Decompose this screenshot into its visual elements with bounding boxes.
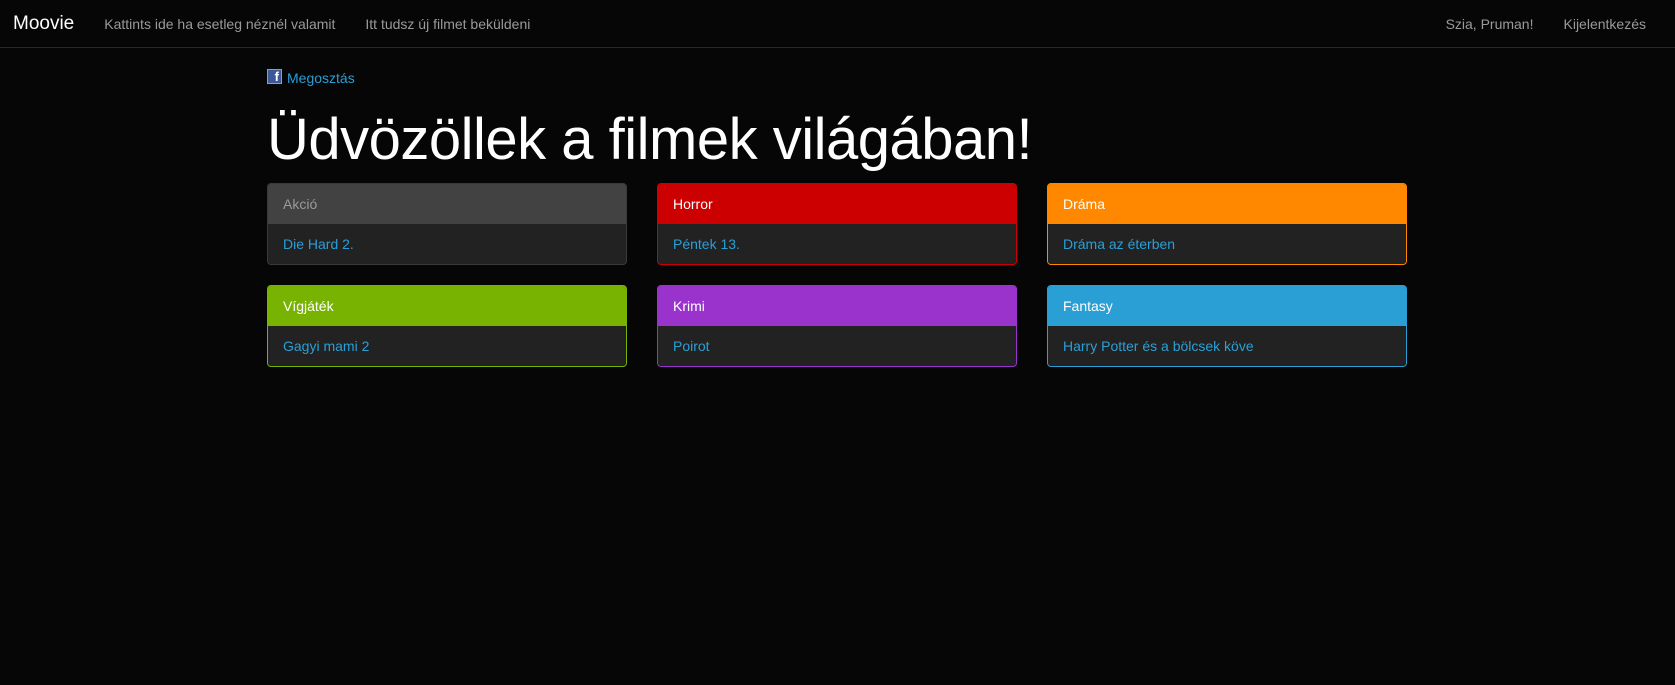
share-link[interactable]: Megosztás (287, 70, 355, 86)
category-panel-horror: Horror Péntek 13. (657, 183, 1017, 265)
category-title: Akció (268, 184, 626, 224)
category-body: Poirot (658, 326, 1016, 366)
category-title: Fantasy (1048, 286, 1406, 326)
top-navbar: Moovie Kattints ide ha esetleg néznél va… (0, 0, 1675, 48)
category-title: Krimi (658, 286, 1016, 326)
movie-link[interactable]: Poirot (673, 338, 710, 354)
category-panel-action: Akció Die Hard 2. (267, 183, 627, 265)
nav-right: Szia, Pruman! Kijelentkezés (1416, 16, 1662, 32)
brand-logo[interactable]: Moovie (13, 13, 74, 35)
facebook-icon[interactable]: f (267, 69, 282, 84)
category-panel-crime: Krimi Poirot (657, 285, 1017, 367)
movie-link[interactable]: Gagyi mami 2 (283, 338, 369, 354)
movie-link[interactable]: Harry Potter és a bölcsek köve (1063, 338, 1254, 354)
share-bar: f Megosztás (267, 66, 1408, 86)
user-greeting[interactable]: Szia, Pruman! (1446, 16, 1534, 32)
main-container: f Megosztás Üdvözöllek a filmek világába… (267, 66, 1408, 367)
category-body: Die Hard 2. (268, 224, 626, 264)
category-panel-drama: Dráma Dráma az éterben (1047, 183, 1407, 265)
category-panel-comedy: Vígjáték Gagyi mami 2 (267, 285, 627, 367)
category-body: Gagyi mami 2 (268, 326, 626, 366)
page-title: Üdvözöllek a filmek világában! (267, 107, 1033, 172)
category-body: Péntek 13. (658, 224, 1016, 264)
category-title: Horror (658, 184, 1016, 224)
logout-link[interactable]: Kijelentkezés (1564, 16, 1647, 32)
nav-link-browse[interactable]: Kattints ide ha esetleg néznél valamit (104, 16, 335, 32)
movie-link[interactable]: Die Hard 2. (283, 236, 354, 252)
nav-link-submit[interactable]: Itt tudsz új filmet beküldeni (365, 16, 530, 32)
category-title: Dráma (1048, 184, 1406, 224)
category-title: Vígjáték (268, 286, 626, 326)
category-grid: Akció Die Hard 2. Horror Péntek 13. Drám… (267, 183, 1408, 367)
movie-link[interactable]: Péntek 13. (673, 236, 740, 252)
category-body: Harry Potter és a bölcsek köve (1048, 326, 1406, 366)
movie-link[interactable]: Dráma az éterben (1063, 236, 1175, 252)
category-panel-fantasy: Fantasy Harry Potter és a bölcsek köve (1047, 285, 1407, 367)
category-body: Dráma az éterben (1048, 224, 1406, 264)
